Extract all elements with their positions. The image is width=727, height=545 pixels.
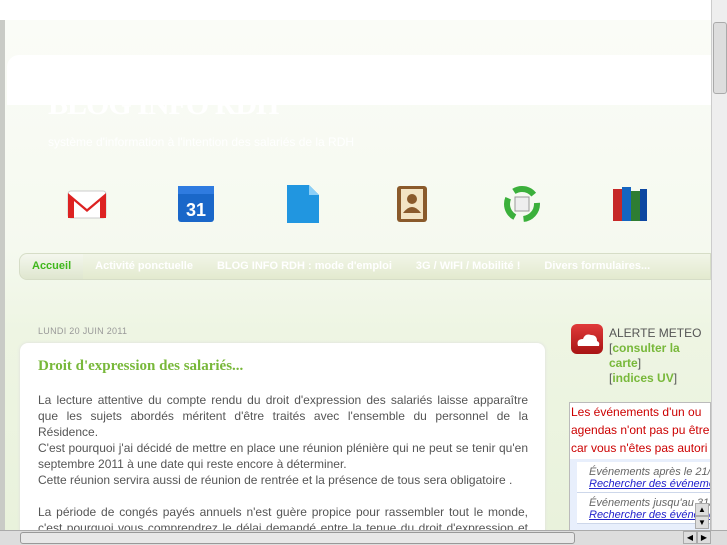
event-label: Événements jusqu'au 31/ [589,497,711,509]
scroll-right-button[interactable]: ▶ [697,531,711,544]
error-line: Les événements d'un ou [571,405,702,419]
uv-index-link[interactable]: indices UV [612,371,673,385]
tab-activite-ponctuelle[interactable]: Activité ponctuelle [83,254,205,279]
meteo-map-link[interactable]: consulter la carte [609,341,680,370]
event-item: Événements jusqu'au 31/Rechercher des év… [577,493,710,524]
events-list: Événements après le 21/Rechercher des év… [570,459,710,530]
scroll-left-button[interactable]: ◀ [683,531,697,544]
event-item: Événements après le 21/Rechercher des év… [577,462,710,493]
blog-description: système d'information à l'intention des … [48,135,355,149]
h-scrollbar-thumb[interactable] [20,532,575,544]
vertical-scrollbar[interactable] [711,0,727,530]
post-line: La lecture attentive du compte rendu du … [38,393,528,439]
post-date: LUNDI 20 JUIN 2011 [38,326,128,336]
calendar-error: Les événements d'un ou agendas n'ont pas … [570,403,710,457]
books-icon[interactable] [608,183,650,225]
inner-scroll-down-button[interactable]: ▼ [695,516,709,529]
gmail-icon[interactable] [66,183,108,225]
post: Droit d'expression des salariés... La le… [20,343,545,530]
tab-divers-formulaires[interactable]: Divers formulaires... [532,254,662,279]
horizontal-scrollbar[interactable]: ◀ ▶ [0,530,727,545]
recycle-icon[interactable] [501,183,543,225]
inner-scroll-up-button[interactable]: ▲ [695,503,709,516]
scrollbar-thumb[interactable] [713,22,727,94]
error-line: car vous n'êtes pas autori [571,441,708,455]
search-events-link[interactable]: Rechercher des événements [589,509,710,521]
search-events-link[interactable]: Rechercher des événements [589,478,710,490]
tab-accueil[interactable]: Accueil [20,254,84,279]
contacts-icon[interactable] [391,183,433,225]
blog-title[interactable]: BLOG INFO RDH [48,88,279,122]
tab-3g-wifi[interactable]: 3G / WIFI / Mobilité ! [404,254,533,279]
post-body: La lecture attentive du compte rendu du … [38,392,528,530]
tab-mode-emploi[interactable]: BLOG INFO RDH : mode d'emploi [205,254,404,279]
weather-icon[interactable] [571,324,603,354]
post-paragraph: La période de congés payés annuels n'est… [38,505,528,530]
page: BLOG INFO RDH système d'information à l'… [0,0,711,530]
nav-tabs: Accueil Activité ponctuelle BLOG INFO RD… [19,253,711,280]
docs-icon[interactable] [281,183,323,225]
calendar-widget: Les événements d'un ou agendas n'ont pas … [569,402,711,530]
error-line: agendas n'ont pas pu être [571,423,710,437]
top-band [0,0,711,20]
post-line: Cette réunion servira aussi de réunion d… [38,473,513,487]
calendar-day: 31 [186,200,206,220]
post-line: C'est pourquoi j'ai décidé de mettre en … [38,441,528,471]
calendar-icon[interactable]: 31 [175,183,217,225]
meteo-title: ALERTE METEO [609,326,702,340]
left-edge [0,20,5,530]
meteo-widget: ALERTE METEO [consulter la carte] [indic… [609,326,711,386]
event-label: Événements après le 21/ [589,466,711,478]
post-title[interactable]: Droit d'expression des salariés... [38,358,243,375]
